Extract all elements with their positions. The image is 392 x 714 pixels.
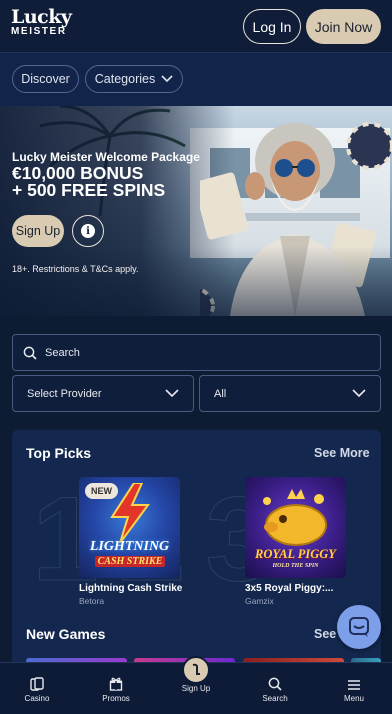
provider-select-label: Select Provider	[27, 387, 102, 400]
game-provider: Gamzix	[245, 596, 274, 606]
game-card-lightning-cash-strike[interactable]: NEW LIGHTNING CASH STRIKE	[79, 477, 180, 578]
royal-piggy-logo-text: ROYAL PIGGY	[255, 547, 336, 561]
game-name[interactable]: Lightning Cash Strike	[79, 583, 182, 594]
nav-signup-label: Sign Up	[181, 684, 211, 693]
logo-sub-text: MEISTER	[11, 25, 67, 37]
nav-casino-label: Casino	[24, 694, 50, 703]
nav-search[interactable]: Search	[245, 673, 305, 703]
new-badge: NEW	[85, 483, 118, 499]
info-button[interactable]: i	[72, 215, 104, 247]
category-select-label: All	[214, 387, 227, 400]
top-picks-title: Top Picks	[26, 445, 92, 461]
top-header: Lucky MEISTER Log In Join Now	[0, 0, 392, 53]
search-input[interactable]: Search	[12, 334, 381, 371]
chevron-down-icon	[161, 75, 173, 83]
nav-casino[interactable]: Casino	[7, 673, 67, 703]
discover-chip[interactable]: Discover	[12, 65, 79, 93]
chevron-down-icon	[352, 389, 366, 398]
welcome-package-subtitle: Lucky Meister Welcome Package	[12, 150, 200, 164]
cards-icon	[30, 677, 44, 691]
game-name[interactable]: 3x5 Royal Piggy:...	[245, 583, 333, 594]
discover-label: Discover	[21, 72, 70, 86]
games-panel: 123 Top Picks See More NEW LIGHTNING CAS…	[12, 430, 381, 670]
join-now-button[interactable]: Join Now	[306, 9, 381, 44]
nav-promos-label: Promos	[102, 694, 130, 703]
lucky-l-icon	[192, 663, 200, 675]
hamburger-menu-icon	[348, 680, 360, 690]
filter-bar: Discover Categories	[0, 53, 392, 106]
signup-icon[interactable]	[182, 656, 210, 684]
golden-pig-icon	[263, 489, 327, 546]
lightning-logo-text: LIGHTNING	[89, 539, 170, 554]
search-icon	[268, 677, 282, 691]
search-placeholder: Search	[45, 346, 80, 359]
login-button[interactable]: Log In	[243, 9, 301, 44]
game-provider: Betora	[79, 596, 105, 606]
category-select[interactable]: All	[199, 375, 381, 412]
bonus-headline: €10,000 BONUS + 500 FREE SPINS	[12, 164, 166, 200]
nav-promos[interactable]: Promos	[86, 673, 146, 703]
terms-text: 18+. Restrictions & T&Cs apply.	[12, 264, 139, 274]
nav-menu-label: Menu	[343, 694, 364, 703]
top-picks-see-more-link[interactable]: See More	[314, 446, 370, 460]
categories-dropdown[interactable]: Categories	[85, 65, 183, 93]
categories-label: Categories	[94, 72, 156, 86]
nav-menu[interactable]: Menu	[324, 673, 384, 703]
hold-the-spin-text: HOLD THE SPIN	[272, 563, 319, 569]
game-card-royal-piggy[interactable]: ROYAL PIGGY HOLD THE SPIN	[245, 477, 346, 578]
chat-icon	[349, 617, 369, 637]
search-icon	[23, 346, 37, 360]
hero-signup-button[interactable]: Sign Up	[12, 215, 64, 247]
cash-strike-logo-text: CASH STRIKE	[95, 556, 165, 567]
provider-select[interactable]: Select Provider	[12, 375, 194, 412]
chevron-down-icon	[165, 389, 179, 398]
logo-main-text: Lucky	[11, 6, 72, 28]
lucky-meister-logo[interactable]: Lucky MEISTER	[11, 8, 72, 37]
info-icon: i	[81, 224, 95, 238]
gift-icon	[109, 677, 123, 691]
new-games-title: New Games	[26, 626, 106, 642]
nav-search-label: Search	[262, 694, 288, 703]
welcome-banner[interactable]: Lucky Meister Welcome Package €10,000 BO…	[0, 106, 392, 316]
bonus-line-2: + 500 FREE SPINS	[12, 180, 166, 200]
live-chat-button[interactable]	[337, 605, 381, 649]
nav-signup[interactable]: Sign Up	[166, 684, 226, 693]
